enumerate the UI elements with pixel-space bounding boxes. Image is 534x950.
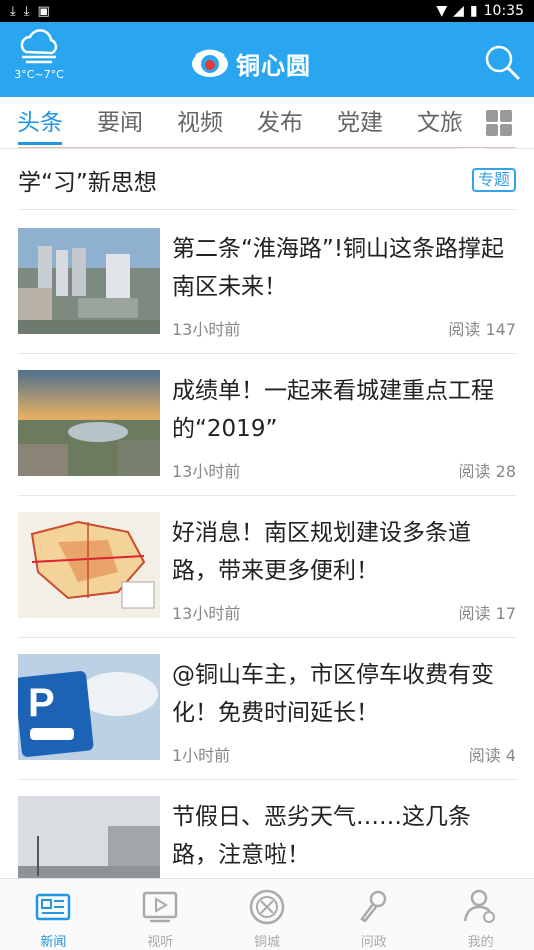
app-name: 铜心圆	[236, 52, 311, 80]
clock: 10:35	[483, 3, 524, 19]
news-item[interactable]: 成绩单！一起来看城建重点工程的“2019” 13小时前 阅读 28	[18, 354, 516, 496]
news-time: 13小时前	[172, 320, 241, 339]
logo-eye-icon	[192, 49, 228, 77]
app-logo: 铜心圆	[190, 46, 311, 81]
news-reads: 阅读 4	[468, 746, 516, 765]
news-title: @铜山车主，市区停车收费有变化！免费时间延长！	[172, 662, 494, 726]
tab-video[interactable]: 视频	[160, 97, 240, 149]
topic-title: 学“习”新思想	[18, 169, 157, 196]
nav-politics[interactable]: 问政	[320, 879, 427, 950]
topic-badge: 专题	[471, 167, 516, 192]
user-icon	[463, 889, 495, 923]
grid-menu-icon[interactable]	[486, 110, 512, 136]
battery-icon: ▮	[469, 3, 478, 19]
wifi-icon: ▼	[436, 3, 448, 19]
news-title: 节假日、恶劣天气……这几条路，注意啦！	[172, 804, 471, 868]
news-title: 第二条“淮海路”!铜山这条路撑起南区未来！	[172, 236, 505, 300]
nav-news-label: 新闻	[40, 935, 67, 950]
topic-banner[interactable]: 学“习”新思想 专题	[18, 150, 516, 210]
tab-headline[interactable]: 头条	[0, 97, 80, 149]
signal-icon: ◢	[453, 3, 464, 19]
notification-icon: ▣	[37, 3, 50, 19]
svg-text:P: P	[28, 681, 55, 725]
news-time: 13小时前	[172, 604, 241, 623]
download-icon: ⤓	[23, 3, 30, 19]
nav-video-label: 视听	[147, 935, 174, 950]
news-time: 1小时前	[172, 746, 231, 765]
news-reads: 阅读 28	[458, 462, 516, 481]
nav-politics-label: 问政	[360, 935, 387, 950]
nav-video[interactable]: 视听	[107, 879, 214, 950]
tab-release[interactable]: 发布	[240, 97, 320, 149]
news-item[interactable]: 第二条“淮海路”!铜山这条路撑起南区未来！ 13小时前 阅读 147	[18, 212, 516, 354]
news-reads: 阅读 147	[448, 320, 516, 339]
city-emblem-icon	[249, 889, 285, 925]
category-tabs: 头条 要闻 视频 发布 党建 文旅	[0, 97, 534, 149]
play-icon	[142, 891, 178, 923]
news-title: 成绩单！一起来看城建重点工程的“2019”	[172, 378, 494, 442]
app-header: 3°C~7°C 铜心圆	[0, 22, 534, 97]
news-thumbnail	[18, 370, 160, 476]
news-list: 第二条“淮海路”!铜山这条路撑起南区未来！ 13小时前 阅读 147 成绩单！一…	[18, 212, 516, 922]
cloud-icon	[20, 29, 58, 64]
news-title: 好消息！南区规划建设多条道路，带来更多便利！	[172, 520, 471, 584]
microphone-icon	[360, 890, 387, 923]
nav-me-label: 我的	[467, 935, 494, 950]
download-icon: ⤓	[10, 3, 16, 19]
news-time: 13小时前	[172, 462, 241, 481]
divider	[18, 147, 516, 148]
news-item[interactable]: 好消息！南区规划建设多条道路，带来更多便利！ 13小时前 阅读 17	[18, 496, 516, 638]
bottom-nav: 新闻 视听 铜城 问政 我的	[0, 878, 534, 950]
news-thumbnail: P	[18, 654, 160, 760]
status-bar: ⤓ ⤓ ▣ ▼ ◢ ▮ 10:35	[0, 0, 534, 22]
tab-fade	[454, 97, 484, 149]
news-thumbnail	[18, 228, 160, 334]
nav-city[interactable]: 铜城	[214, 879, 321, 950]
tab-news[interactable]: 要闻	[80, 97, 160, 149]
news-item[interactable]: P @铜山车主，市区停车收费有变化！免费时间延长！ 1小时前 阅读 4	[18, 638, 516, 780]
search-icon[interactable]	[484, 44, 520, 80]
weather-widget[interactable]: 3°C~7°C	[8, 26, 70, 92]
news-reads: 阅读 17	[458, 604, 516, 623]
nav-me[interactable]: 我的	[427, 879, 534, 950]
nav-city-label: 铜城	[253, 935, 280, 950]
weather-temp: 3°C~7°C	[14, 68, 64, 81]
news-thumbnail	[18, 512, 160, 618]
nav-news[interactable]: 新闻	[0, 879, 107, 950]
newspaper-icon	[36, 893, 71, 921]
tab-party[interactable]: 党建	[320, 97, 400, 149]
